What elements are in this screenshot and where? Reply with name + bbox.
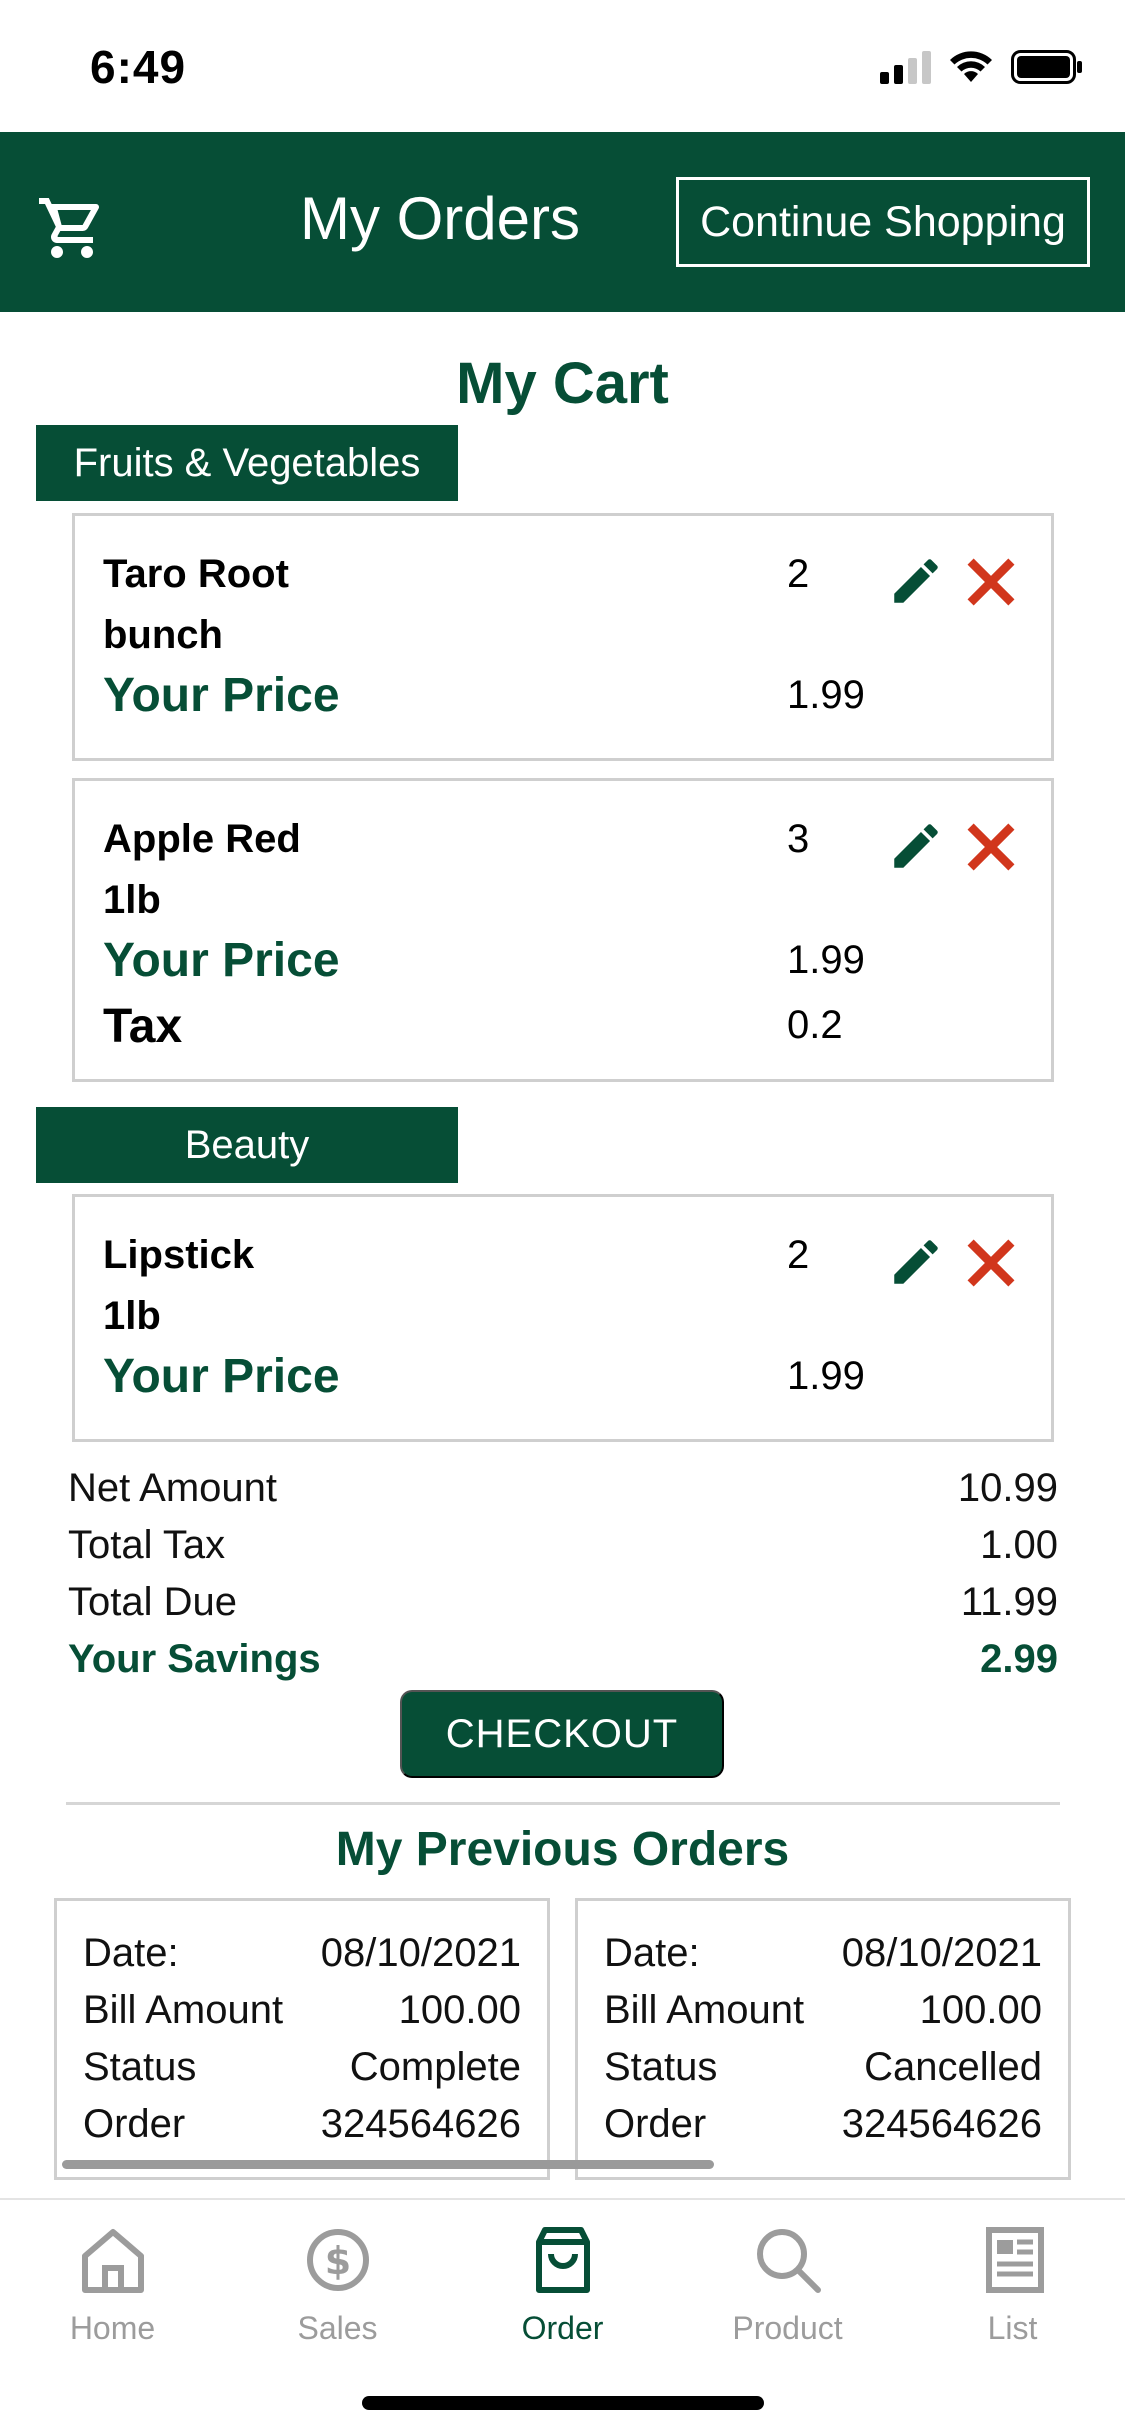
tab-home[interactable]: Home bbox=[0, 2220, 225, 2370]
status-time: 6:49 bbox=[90, 41, 187, 93]
item-name: Apple Red bbox=[103, 817, 301, 861]
item-price-label: Your Price bbox=[103, 934, 340, 987]
item-unit: bunch bbox=[103, 613, 223, 657]
order-number: 324564626 bbox=[320, 2102, 521, 2146]
list-icon bbox=[985, 2227, 1044, 2293]
item-unit: 1lb bbox=[103, 1294, 161, 1338]
order-number-label: Order bbox=[83, 2102, 186, 2146]
cart-title: My Cart bbox=[456, 351, 669, 416]
item-quantity: 2 bbox=[787, 1233, 810, 1277]
item-quantity: 3 bbox=[787, 817, 810, 861]
order-date-label: Date: bbox=[83, 1931, 179, 1975]
savings-label: Your Savings bbox=[68, 1637, 321, 1681]
order-status: Complete bbox=[349, 2045, 521, 2089]
svg-text:$: $ bbox=[324, 2239, 350, 2283]
checkout-button[interactable]: CHECKOUT bbox=[400, 1690, 724, 1778]
tab-list[interactable]: List bbox=[900, 2220, 1125, 2370]
tab-product[interactable]: Product bbox=[675, 2220, 900, 2370]
tab-label: Product bbox=[732, 2310, 843, 2346]
delete-x-icon[interactable] bbox=[965, 556, 1017, 608]
tab-label: List bbox=[987, 2310, 1038, 2346]
home-indicator[interactable] bbox=[362, 2396, 764, 2410]
order-status-label: Status bbox=[83, 2045, 197, 2089]
category-header-beauty: Beauty bbox=[36, 1107, 458, 1183]
previous-order-card[interactable]: Date: 08/10/2021 Bill Amount 100.00 Status… bbox=[54, 1898, 550, 2180]
home-icon bbox=[81, 2229, 144, 2293]
horizontal-scrollbar[interactable] bbox=[62, 2160, 714, 2169]
wifi-icon bbox=[950, 51, 992, 82]
item-price: 1.99 bbox=[787, 673, 865, 717]
total-tax-row: Total Tax 1.00 bbox=[68, 1523, 1058, 1568]
item-name: Taro Root bbox=[103, 552, 289, 596]
order-date-label: Date: bbox=[604, 1931, 700, 1975]
delete-x-icon[interactable] bbox=[965, 1237, 1017, 1289]
cellular-signal-icon bbox=[880, 50, 931, 84]
item-price: 1.99 bbox=[787, 938, 865, 982]
item-tax-label: Tax bbox=[103, 1000, 183, 1053]
order-status-label: Status bbox=[604, 2045, 718, 2089]
net-amount-label: Net Amount bbox=[68, 1466, 278, 1510]
total-due-row: Total Due 11.99 bbox=[68, 1580, 1058, 1625]
tab-label: Home bbox=[69, 2310, 156, 2346]
status-icons bbox=[880, 50, 1083, 84]
edit-pencil-icon[interactable] bbox=[887, 1233, 945, 1291]
item-tax: 0.2 bbox=[787, 1003, 843, 1047]
continue-shopping-button[interactable]: Continue Shopping bbox=[676, 177, 1090, 267]
shopping-bag-icon bbox=[535, 2227, 590, 2293]
status-bar: 6:49 bbox=[0, 0, 1125, 132]
previous-orders-title: My Previous Orders bbox=[335, 1823, 790, 1876]
total-due-value: 11.99 bbox=[960, 1580, 1058, 1624]
order-bill-label: Bill Amount bbox=[604, 1988, 805, 2032]
item-unit: 1lb bbox=[103, 878, 161, 922]
order-date: 08/10/2021 bbox=[320, 1931, 521, 1975]
order-number: 324564626 bbox=[841, 2102, 1042, 2146]
savings-row: Your Savings 2.99 bbox=[68, 1637, 1058, 1682]
item-price-label: Your Price bbox=[103, 669, 340, 722]
item-quantity: 2 bbox=[787, 552, 810, 596]
item-name: Lipstick bbox=[103, 1233, 255, 1277]
battery-icon bbox=[1011, 50, 1082, 84]
edit-pencil-icon[interactable] bbox=[887, 817, 945, 875]
app-header: My Orders Continue Shopping bbox=[0, 132, 1125, 312]
order-bill-amount: 100.00 bbox=[398, 1988, 521, 2032]
category-header-fruits-vegetables: Fruits & Vegetables bbox=[36, 425, 458, 501]
tab-label: Sales bbox=[297, 2310, 378, 2346]
divider bbox=[66, 1802, 1060, 1805]
order-date: 08/10/2021 bbox=[841, 1931, 1042, 1975]
total-tax-value: 1.00 bbox=[980, 1523, 1058, 1567]
cart-item: Taro Root bunch Your Price 2 1.99 bbox=[72, 513, 1054, 761]
total-tax-label: Total Tax bbox=[68, 1523, 226, 1567]
total-due-label: Total Due bbox=[68, 1580, 237, 1624]
edit-pencil-icon[interactable] bbox=[887, 552, 945, 610]
order-number-label: Order bbox=[604, 2102, 707, 2146]
previous-order-card[interactable]: Date: 08/10/2021 Bill Amount 100.00 Status… bbox=[575, 1898, 1071, 2180]
net-amount-value: 10.99 bbox=[957, 1466, 1058, 1510]
search-icon bbox=[756, 2229, 821, 2293]
item-price-label: Your Price bbox=[103, 1350, 340, 1403]
order-bill-label: Bill Amount bbox=[83, 1988, 284, 2032]
net-amount-row: Net Amount 10.99 bbox=[68, 1466, 1058, 1511]
tab-label: Order bbox=[521, 2310, 604, 2346]
savings-value: 2.99 bbox=[980, 1637, 1058, 1681]
tab-sales[interactable]: $ Sales bbox=[225, 2220, 450, 2370]
tab-order[interactable]: Order bbox=[450, 2220, 675, 2370]
order-bill-amount: 100.00 bbox=[919, 1988, 1042, 2032]
dollar-icon: $ bbox=[306, 2229, 369, 2291]
order-status: Cancelled bbox=[864, 2045, 1042, 2089]
cart-item: Apple Red 1lb Your Price Tax 3 1.99 0.2 bbox=[72, 778, 1054, 1082]
item-price: 1.99 bbox=[787, 1354, 865, 1398]
delete-x-icon[interactable] bbox=[965, 821, 1017, 873]
cart-item: Lipstick 1lb Your Price 2 1.99 bbox=[72, 1194, 1054, 1442]
